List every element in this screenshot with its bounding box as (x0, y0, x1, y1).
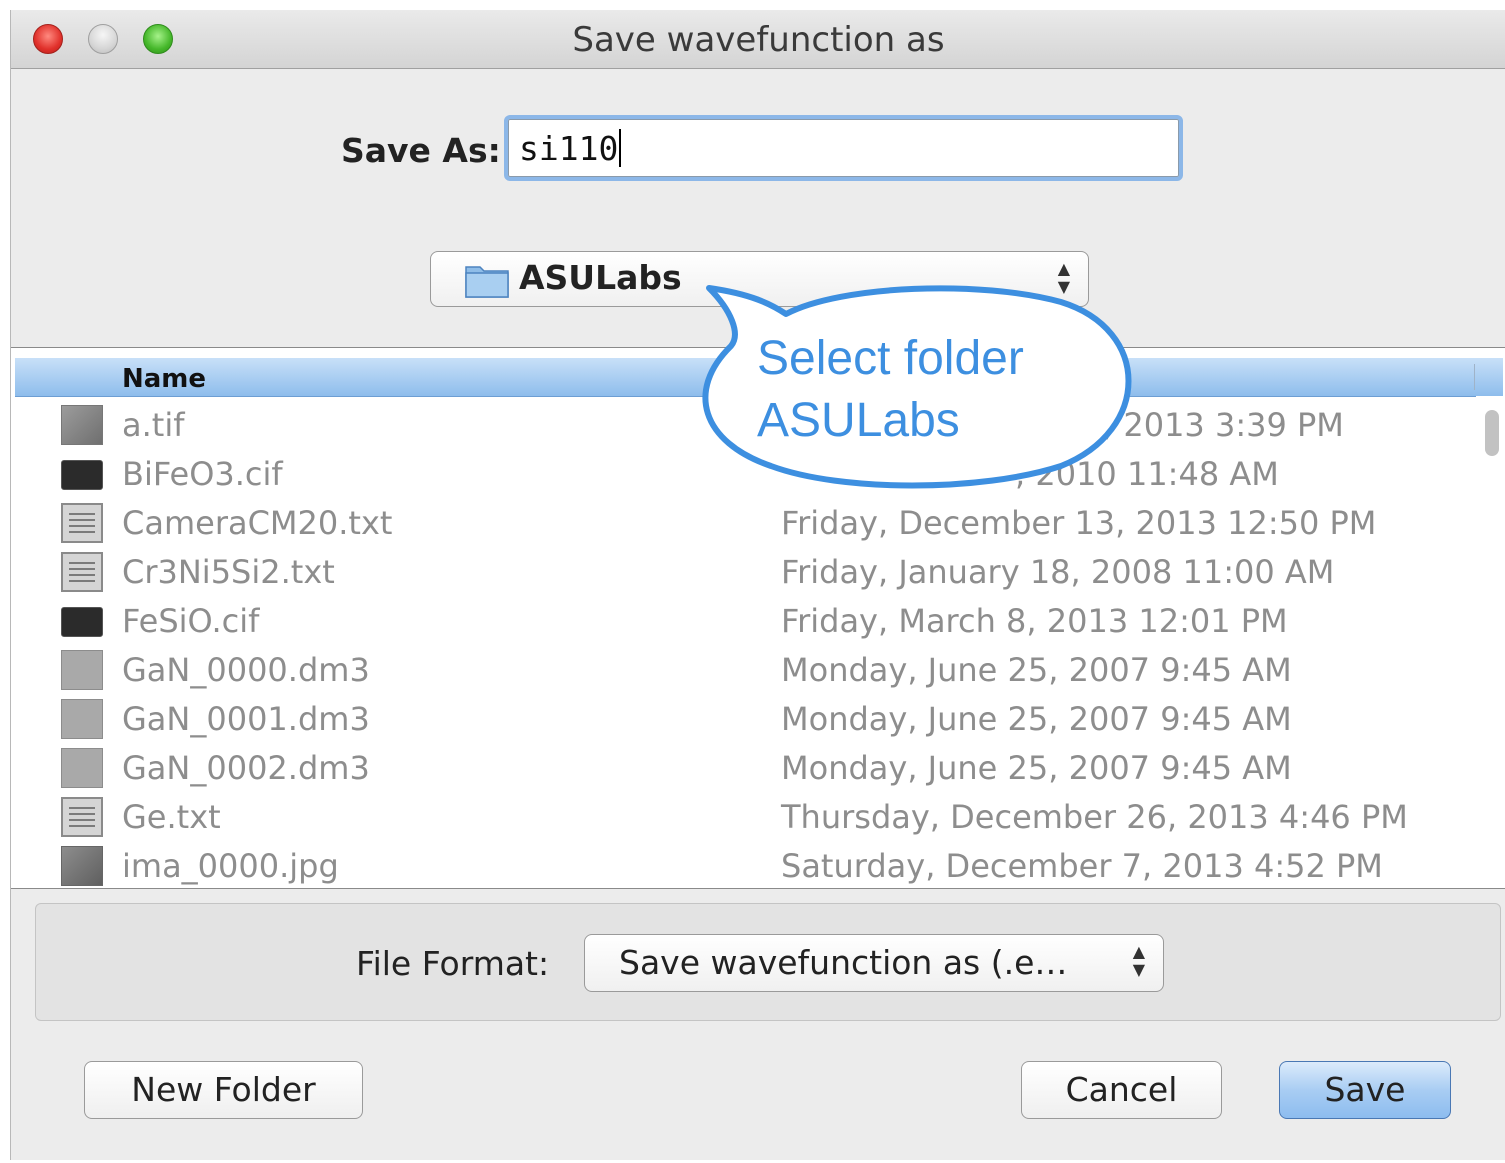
file-name: BiFeO3.cif (122, 455, 283, 493)
save-button[interactable]: Save (1279, 1061, 1451, 1119)
name-column-header[interactable]: Name (122, 364, 206, 394)
file-date: Thursday, December 26, 2013 4:46 PM (781, 798, 1408, 836)
file-date: Friday, December 13, 2013 12:50 PM (781, 504, 1377, 542)
file-date: Friday, March 8, 2013 12:01 PM (781, 602, 1288, 640)
folder-icon (465, 266, 509, 298)
list-item[interactable]: FeSiO.cif Friday, March 8, 2013 12:01 PM (11, 597, 1471, 646)
file-name: Cr3Ni5Si2.txt (122, 553, 335, 591)
window-title: Save wavefunction as (572, 20, 945, 60)
file-name: GaN_0001.dm3 (122, 700, 370, 738)
text-file-icon (61, 797, 103, 837)
callout-text: Select folder ASULabs (757, 328, 1024, 452)
list-item[interactable]: GaN_0000.dm3 Monday, June 25, 2007 9:45 … (11, 646, 1471, 695)
file-date: Friday, January 18, 2008 11:00 AM (781, 553, 1335, 591)
save-as-input[interactable]: si110 (504, 115, 1183, 181)
new-folder-button[interactable]: New Folder (84, 1061, 363, 1119)
file-format-value: Save wavefunction as (.e… (619, 943, 1068, 982)
list-item[interactable]: GaN_0001.dm3 Monday, June 25, 2007 9:45 … (11, 695, 1471, 744)
file-name: ima_0000.jpg (122, 847, 339, 885)
scroll-thumb[interactable] (1485, 410, 1499, 456)
list-item[interactable]: Cr3Ni5Si2.txt Friday, January 18, 2008 1… (11, 548, 1471, 597)
list-item[interactable]: Ge.txt Thursday, December 26, 2013 4:46 … (11, 793, 1471, 842)
terminal-file-icon (61, 607, 103, 637)
text-file-icon (61, 552, 103, 592)
save-dialog-window: Save wavefunction as Save As: si110 ASUL… (10, 10, 1505, 1160)
terminal-file-icon (61, 460, 103, 490)
file-format-select[interactable]: Save wavefunction as (.e… ▲ ▼ (584, 934, 1164, 992)
cancel-button[interactable]: Cancel (1021, 1061, 1222, 1119)
list-item[interactable]: ima_0000.jpg Saturday, December 7, 2013 … (11, 842, 1471, 888)
callout-line-1: Select folder (757, 332, 1024, 385)
dm3-file-icon (61, 650, 103, 690)
file-date: Monday, June 25, 2007 9:45 AM (781, 749, 1292, 787)
vertical-scrollbar[interactable] (1476, 396, 1505, 888)
file-format-panel: File Format: Save wavefunction as (.e… ▲… (35, 903, 1501, 1021)
save-as-value: si110 (519, 128, 619, 168)
file-name: GaN_0002.dm3 (122, 749, 370, 787)
save-as-label: Save As: (341, 131, 501, 170)
dm3-file-icon (61, 699, 103, 739)
file-name: Ge.txt (122, 798, 221, 836)
updown-arrows-icon: ▲ ▼ (1132, 942, 1145, 979)
file-date: Saturday, December 7, 2013 4:52 PM (781, 847, 1383, 885)
text-caret (619, 129, 622, 167)
file-date: Monday, June 25, 2007 9:45 AM (781, 651, 1292, 689)
file-name: FeSiO.cif (122, 602, 260, 640)
list-item[interactable]: CameraCM20.txt Friday, December 13, 2013… (11, 499, 1471, 548)
text-file-icon (61, 503, 103, 543)
selected-folder-label: ASULabs (519, 258, 682, 297)
file-name: CameraCM20.txt (122, 504, 393, 542)
file-date: Monday, June 25, 2007 9:45 AM (781, 700, 1292, 738)
title-bar[interactable]: Save wavefunction as (11, 10, 1505, 69)
file-format-label: File Format: (356, 944, 550, 983)
callout-line-2: ASULabs (757, 394, 960, 447)
dm3-file-icon (61, 748, 103, 788)
file-name: a.tif (122, 406, 185, 444)
image-file-icon (61, 405, 103, 445)
image-file-icon (61, 846, 103, 886)
column-divider (1474, 364, 1475, 390)
file-name: GaN_0000.dm3 (122, 651, 370, 689)
list-item[interactable]: GaN_0002.dm3 Monday, June 25, 2007 9:45 … (11, 744, 1471, 793)
